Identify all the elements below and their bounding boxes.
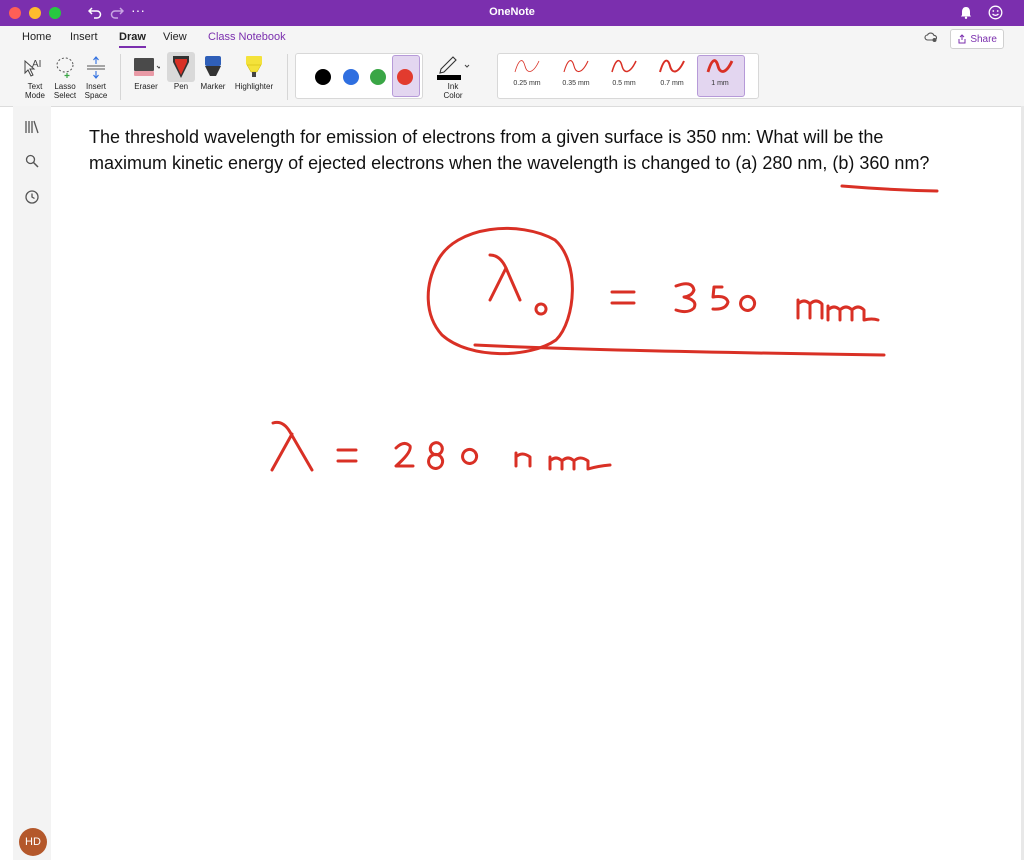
ink-350nm <box>674 282 880 322</box>
color-swatch-red[interactable] <box>397 69 413 85</box>
insert-space-icon <box>87 56 105 79</box>
highlighter-button[interactable]: Highlighter <box>232 52 276 91</box>
ink-lambda-zero <box>488 253 548 316</box>
stroke-icon <box>563 60 589 73</box>
thickness-option-0-25mm[interactable]: 0.25 mm <box>505 56 549 87</box>
share-icon <box>958 34 966 44</box>
ink-circle-lambda-zero <box>426 226 574 356</box>
ink-equals-2 <box>336 448 358 463</box>
svg-text:AI: AI <box>32 59 41 70</box>
share-button[interactable]: Share <box>950 29 1004 49</box>
blue-marker-icon <box>205 56 221 76</box>
thin-stroke-icon <box>514 60 540 73</box>
thickness-option-0-5mm[interactable]: 0.5 mm <box>602 56 646 87</box>
tab-insert[interactable]: Insert <box>70 31 98 43</box>
user-avatar[interactable]: HD <box>19 828 47 856</box>
color-swatch-green[interactable] <box>370 69 386 85</box>
text-mode-button[interactable]: AI Text Mode <box>22 52 48 100</box>
stroke-icon <box>659 59 685 73</box>
notification-bell-icon[interactable] <box>960 6 972 19</box>
thickness-option-1mm[interactable]: 1 mm <box>698 56 742 87</box>
thickness-option-0-7mm[interactable]: 0.7 mm <box>650 56 694 87</box>
notebooks-icon[interactable] <box>24 119 40 135</box>
lasso-select-button[interactable]: Lasso Select <box>52 52 78 100</box>
red-pen-icon <box>173 56 189 78</box>
ribbon-tabs: Home Insert Draw View Class Notebook Sha… <box>0 26 1024 50</box>
yellow-highlighter-icon <box>246 56 262 77</box>
eraser-icon <box>134 58 160 76</box>
navigation-rail <box>13 106 51 860</box>
pen-button[interactable]: Pen <box>166 52 196 91</box>
feedback-smiley-icon[interactable] <box>988 5 1003 20</box>
ribbon-separator <box>287 54 288 100</box>
stroke-icon <box>611 59 637 73</box>
tab-view[interactable]: View <box>163 31 187 43</box>
share-label: Share <box>970 33 997 45</box>
recent-clock-icon[interactable] <box>24 189 40 205</box>
thickness-option-0-35mm[interactable]: 0.35 mm <box>554 56 598 87</box>
ribbon-separator <box>120 54 121 100</box>
tab-home[interactable]: Home <box>22 31 51 43</box>
lasso-icon <box>56 57 74 78</box>
question-text[interactable]: The threshold wavelength for emission of… <box>89 124 949 176</box>
draw-ribbon: AI Text Mode Lasso Select Insert Space E… <box>0 50 1024 107</box>
pen-thickness-panel: 0.25 mm 0.35 mm 0.5 mm 0.7 mm 1 mm <box>497 53 759 99</box>
ink-color-pen-icon <box>437 56 470 80</box>
color-swatch-black[interactable] <box>315 69 331 85</box>
ink-lambda <box>270 420 314 472</box>
ink-color-button[interactable]: Ink Color <box>434 52 472 100</box>
ink-color-palette <box>295 53 423 99</box>
color-swatch-blue[interactable] <box>343 69 359 85</box>
marker-button[interactable]: Marker <box>198 52 228 91</box>
thick-stroke-icon <box>706 59 734 73</box>
sync-cloud-icon[interactable] <box>924 31 938 43</box>
eraser-button[interactable]: Eraser <box>130 52 162 91</box>
text-cursor-icon: AI <box>24 59 41 77</box>
title-bar: ··· OneNote <box>0 0 1024 26</box>
ink-280nm <box>394 441 612 471</box>
window-title: OneNote <box>489 6 535 18</box>
search-icon[interactable] <box>24 153 40 169</box>
insert-space-button[interactable]: Insert Space <box>82 52 110 100</box>
ink-underline-280nm <box>840 184 939 193</box>
tab-class-notebook[interactable]: Class Notebook <box>208 31 286 43</box>
ink-equals-1 <box>610 290 636 305</box>
ink-long-underline <box>473 343 886 357</box>
tab-draw[interactable]: Draw <box>119 31 146 48</box>
